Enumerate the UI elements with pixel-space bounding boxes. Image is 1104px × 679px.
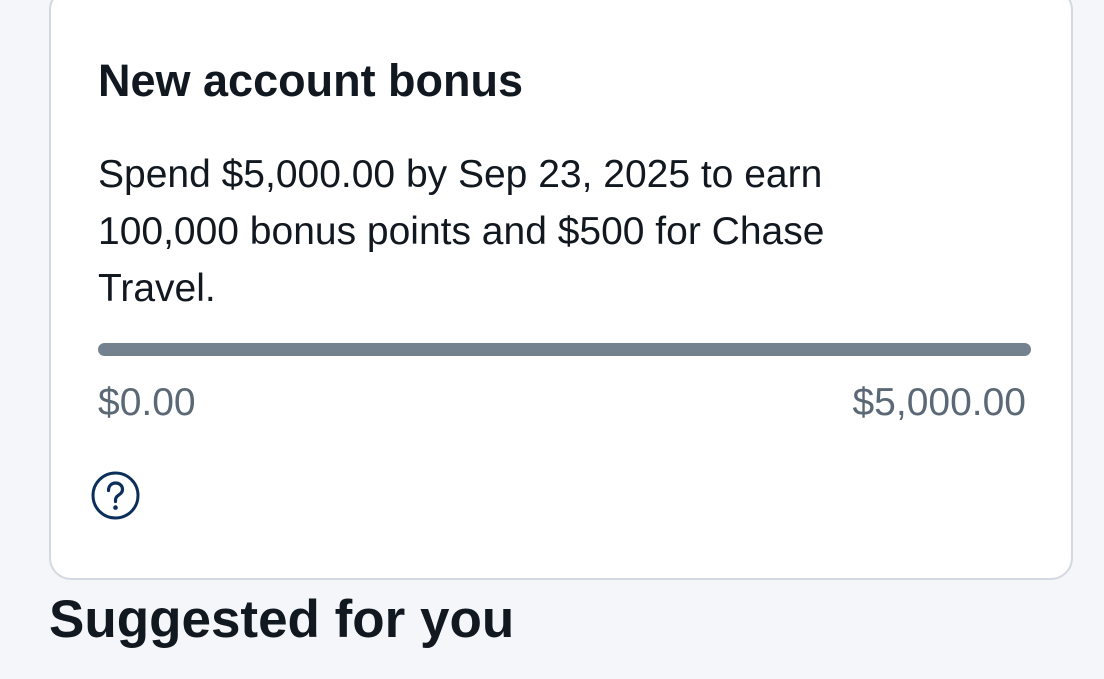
question-circle-icon [91, 471, 140, 520]
bonus-progress-bar [98, 343, 1031, 356]
progress-goal-amount: $5,000.00 [852, 381, 1026, 424]
new-account-bonus-card: New account bonus Spend $5,000.00 by Sep… [49, 0, 1073, 580]
bonus-card-description: Spend $5,000.00 by Sep 23, 2025 to earn … [98, 153, 825, 310]
progress-start-amount: $0.00 [98, 381, 196, 424]
suggested-for-you-heading: Suggested for you [49, 590, 515, 649]
help-button[interactable] [90, 470, 141, 521]
bonus-card-title: New account bonus [98, 55, 524, 106]
